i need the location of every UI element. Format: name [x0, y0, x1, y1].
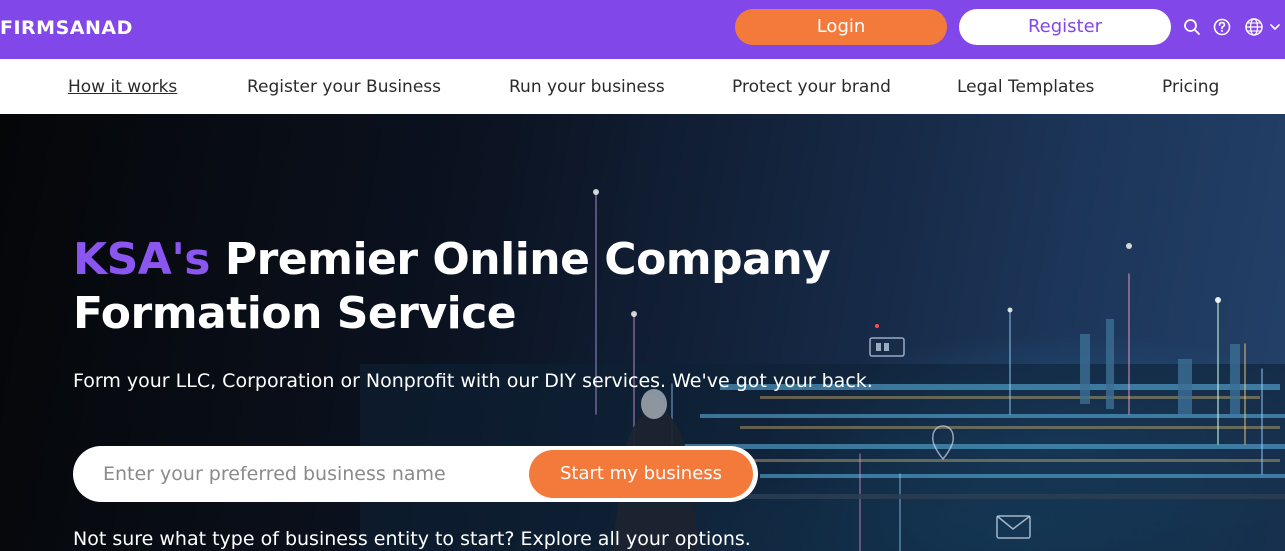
hero-title-rest: Premier Online Company — [224, 234, 831, 285]
hero-title-line2: Formation Service — [73, 288, 517, 339]
hero-section: KSA's Premier Online Company Formation S… — [0, 114, 1285, 551]
nav-item-register-your-business[interactable]: Register your Business — [247, 76, 441, 98]
help-icon[interactable] — [1212, 17, 1232, 37]
nav-item-protect-your-brand[interactable]: Protect your brand — [732, 76, 891, 98]
firmsanad-logo[interactable]: FIRMSANAD — [0, 16, 133, 40]
search-icon[interactable] — [1182, 17, 1202, 37]
nav-item-how-it-works[interactable]: How it works — [68, 76, 177, 98]
business-name-input[interactable] — [103, 446, 523, 502]
register-button[interactable]: Register — [959, 9, 1171, 45]
hero-title-accent: KSA's — [73, 234, 211, 285]
globe-icon[interactable] — [1244, 17, 1264, 37]
nav-item-run-your-business[interactable]: Run your business — [509, 76, 665, 98]
nav-item-legal-templates[interactable]: Legal Templates — [957, 76, 1094, 98]
explore-options-text: Not sure what type of business entity to… — [73, 528, 751, 550]
top-header: FIRMSANAD Login Register — [0, 0, 1285, 59]
chevron-down-icon[interactable] — [1268, 17, 1282, 37]
hero-subtitle: Form your LLC, Corporation or Nonprofit … — [73, 370, 873, 392]
hero-title: KSA's Premier Online Company Formation S… — [73, 233, 833, 341]
start-my-business-button[interactable]: Start my business — [529, 450, 753, 498]
login-button[interactable]: Login — [735, 9, 947, 45]
nav-item-pricing[interactable]: Pricing — [1162, 76, 1219, 98]
business-name-search: Start my business — [73, 446, 758, 502]
main-nav: How it works Register your Business Run … — [0, 59, 1285, 114]
